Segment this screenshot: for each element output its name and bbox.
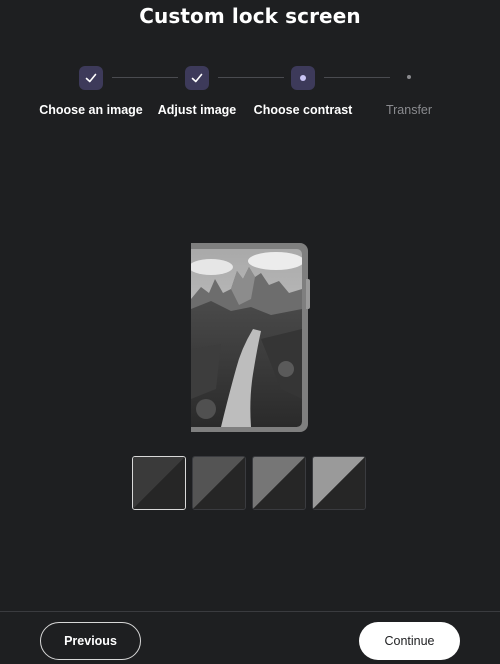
step-2-check-icon — [185, 66, 209, 90]
contrast-options — [132, 456, 372, 512]
step-connector — [218, 77, 284, 78]
contrast-option-4[interactable] — [312, 456, 366, 510]
page-title: Custom lock screen — [139, 4, 361, 28]
previous-button[interactable]: Previous — [40, 622, 141, 660]
progress-stepper: Choose an image Adjust image Choose cont… — [0, 65, 500, 125]
step-label-choose-image: Choose an image — [39, 103, 143, 117]
step-connector — [112, 77, 178, 78]
device-frame — [191, 243, 308, 432]
footer-divider — [0, 611, 500, 612]
contrast-option-1[interactable] — [132, 456, 186, 510]
continue-button[interactable]: Continue — [359, 622, 460, 660]
preview-image — [191, 249, 302, 427]
step-label-adjust-image: Adjust image — [157, 103, 237, 117]
device-side-button — [306, 279, 310, 309]
step-label-choose-contrast: Choose contrast — [253, 103, 353, 117]
step-4-dot-icon — [407, 75, 411, 79]
step-3-current-dot-icon — [291, 66, 315, 90]
step-connector — [324, 77, 390, 78]
contrast-option-3[interactable] — [252, 456, 306, 510]
contrast-option-2[interactable] — [192, 456, 246, 510]
step-1-check-icon — [79, 66, 103, 90]
step-label-transfer: Transfer — [385, 103, 433, 117]
lock-screen-preview — [191, 243, 310, 432]
